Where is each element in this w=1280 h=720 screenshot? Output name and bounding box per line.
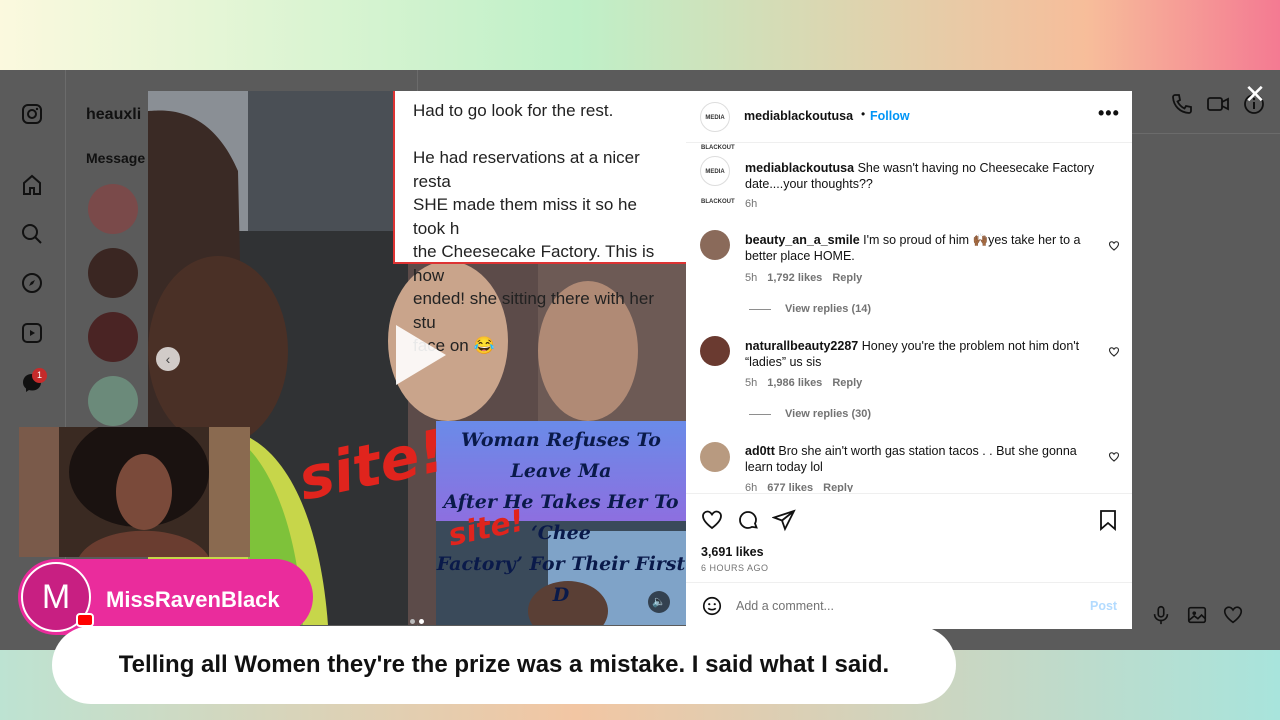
comment-age: 5h xyxy=(745,377,758,389)
comment-text: Bro she ain't worth gas station tacos . … xyxy=(745,444,1077,474)
comment-avatar[interactable] xyxy=(700,336,730,366)
comment-avatar[interactable] xyxy=(700,442,730,472)
explore-icon[interactable] xyxy=(20,271,44,295)
microphone-icon[interactable] xyxy=(1150,604,1172,626)
comment-item: ad0tt Bro she ain't worth gas station ta… xyxy=(745,443,1095,475)
inbox-username[interactable]: heauxli xyxy=(86,106,141,124)
add-comment-bar: Add a comment... Post xyxy=(686,582,1132,629)
screenshot-caption-card: Had to go look for the rest. He had rese… xyxy=(393,91,686,355)
post-comment-button[interactable]: Post xyxy=(1090,599,1117,613)
view-replies-button[interactable]: View replies (30) xyxy=(749,408,871,420)
comment-item: beauty_an_a_smile I'm so proud of him 🙌🏾… xyxy=(745,232,1095,264)
comment-likes[interactable]: 1,792 likes xyxy=(767,272,822,284)
webcam-overlay xyxy=(19,427,250,557)
thread-avatar[interactable] xyxy=(88,312,138,362)
reply-button[interactable]: Reply xyxy=(832,377,862,389)
comment-like-icon[interactable] xyxy=(1108,451,1120,463)
comment-likes[interactable]: 1,986 likes xyxy=(767,377,822,389)
comment-avatar[interactable] xyxy=(700,230,730,260)
image-icon[interactable] xyxy=(1186,604,1208,626)
comment-meta: 6h 677 likes Reply xyxy=(745,482,853,492)
reply-button[interactable]: Reply xyxy=(832,272,862,284)
emoji-icon[interactable] xyxy=(701,595,723,617)
reply-button[interactable]: Reply xyxy=(823,482,853,492)
thread-avatar[interactable] xyxy=(88,184,138,234)
notification-badge: 1 xyxy=(32,368,47,383)
comment-like-icon[interactable] xyxy=(1108,346,1120,358)
play-button[interactable] xyxy=(396,325,446,385)
thread-avatar[interactable] xyxy=(88,376,138,426)
caption-author-avatar[interactable]: MEDIA BLACKOUT xyxy=(700,156,735,205)
search-icon[interactable] xyxy=(20,222,44,246)
reels-icon[interactable] xyxy=(20,321,44,345)
view-replies-button[interactable]: View replies (14) xyxy=(749,303,871,315)
post-timestamp: 6 HOURS AGO xyxy=(701,563,769,573)
comment-item: naturallbeauty2287 Honey you're the prob… xyxy=(745,338,1095,370)
subtitle-caption: Telling all Women they're the prize was … xyxy=(52,626,956,704)
add-comment-input[interactable]: Add a comment... xyxy=(736,599,834,613)
post-actions: 3,691 likes 6 HOURS AGO xyxy=(686,493,1132,581)
webcam-feed xyxy=(19,427,250,557)
separator-dot: • xyxy=(861,107,866,121)
thread-avatar[interactable] xyxy=(88,248,138,298)
comment-meta: 5h 1,792 likes Reply xyxy=(745,272,862,284)
comment-meta: 5h 1,986 likes Reply xyxy=(745,377,862,389)
streamer-name-badge: M MissRavenBlack xyxy=(18,559,313,635)
caption-age: 6h xyxy=(745,198,758,210)
phone-icon[interactable] xyxy=(1170,92,1194,116)
comment-username[interactable]: ad0tt xyxy=(745,444,775,458)
messages-tab[interactable]: Message xyxy=(86,150,145,166)
instagram-logo-icon[interactable] xyxy=(20,102,44,126)
comment-username[interactable]: beauty_an_a_smile xyxy=(745,233,860,247)
post-detail-panel: MEDIA BLACKOUT mediablackoutusa • Follow… xyxy=(686,91,1132,629)
follow-button[interactable]: Follow xyxy=(870,109,910,123)
video-call-icon[interactable] xyxy=(1206,92,1230,116)
close-modal-icon[interactable]: ✕ xyxy=(1243,81,1267,107)
chevron-left-icon[interactable]: ‹ xyxy=(156,347,180,371)
comment-likes[interactable]: 677 likes xyxy=(767,482,813,492)
headline-graphic: Woman Refuses To Leave Ma After He Takes… xyxy=(436,421,686,606)
share-icon[interactable] xyxy=(772,508,796,532)
streamer-name: MissRavenBlack xyxy=(106,587,280,612)
home-icon[interactable] xyxy=(20,173,44,197)
post-author-username[interactable]: mediablackoutusa xyxy=(744,109,853,123)
like-icon[interactable] xyxy=(700,508,724,532)
comment-like-icon[interactable] xyxy=(1108,240,1120,252)
comments-list: MEDIA BLACKOUT mediablackoutusa She wasn… xyxy=(686,144,1132,492)
youtube-icon xyxy=(76,613,94,627)
likes-count[interactable]: 3,691 likes xyxy=(701,545,764,559)
comment-age: 5h xyxy=(745,272,758,284)
more-options-icon[interactable]: ••• xyxy=(1098,103,1120,124)
bookmark-icon[interactable] xyxy=(1096,508,1120,532)
caption-username[interactable]: mediablackoutusa xyxy=(745,161,854,175)
comment-age: 6h xyxy=(745,482,758,492)
post-author-avatar[interactable]: MEDIA BLACKOUT xyxy=(700,102,735,151)
heart-icon[interactable] xyxy=(1222,604,1244,626)
post-header: MEDIA BLACKOUT mediablackoutusa • Follow… xyxy=(686,91,1132,151)
post-caption: mediablackoutusa She wasn't having no Ch… xyxy=(745,160,1095,192)
comment-username[interactable]: naturallbeauty2287 xyxy=(745,339,858,353)
mute-icon[interactable]: 🔈 xyxy=(648,591,670,613)
carousel-dots xyxy=(410,611,428,625)
comment-icon[interactable] xyxy=(736,508,760,532)
